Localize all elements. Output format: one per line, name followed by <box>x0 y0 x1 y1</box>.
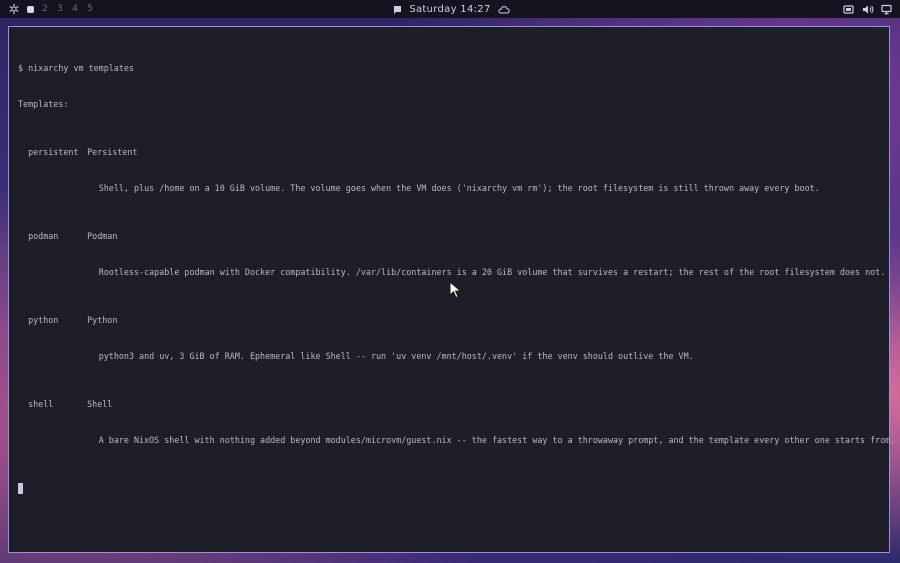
template-id: persistent <box>28 147 79 157</box>
clock[interactable]: Saturday 14:27 <box>409 4 490 15</box>
system-tray <box>843 0 892 18</box>
workspace-4[interactable]: 4 <box>71 4 79 14</box>
template-id: shell <box>28 399 54 409</box>
terminal-output: $ nixarchy vm templates Templates: persi… <box>18 38 896 518</box>
template-name: Persistent <box>87 147 138 157</box>
template-name: Python <box>87 315 118 325</box>
workspace-2[interactable]: 2 <box>41 4 49 14</box>
topbar-center: Saturday 14:27 <box>0 0 900 18</box>
template-description: A bare NixOS shell with nothing added be… <box>98 435 896 445</box>
template-row: python Python <box>18 314 885 326</box>
nix-logo-icon[interactable] <box>8 3 20 15</box>
template-description: Shell, plus /home on a 10 GiB volume. Th… <box>98 183 820 193</box>
template-row: persistent Persistent <box>18 146 885 158</box>
workspace-1-active-icon[interactable] <box>27 5 34 13</box>
mouse-pointer-icon <box>449 281 462 299</box>
notification-icon[interactable] <box>392 4 403 15</box>
template-row: shell Shell <box>18 398 885 410</box>
command-line: $ nixarchy vm templates <box>18 63 134 73</box>
template-row: podman Podman <box>18 230 885 242</box>
template-description: Rootless-capable podman with Docker comp… <box>98 267 886 277</box>
display-icon[interactable] <box>881 4 892 15</box>
template-id: python <box>28 315 59 325</box>
top-bar: 2 3 4 5 Saturday 14:27 <box>0 0 900 18</box>
volume-icon[interactable] <box>862 4 874 15</box>
text-cursor <box>18 483 23 494</box>
template-id: podman <box>28 231 59 241</box>
workspace-3[interactable]: 3 <box>56 4 64 14</box>
templates-header: Templates: <box>18 99 69 109</box>
template-name: Podman <box>87 231 118 241</box>
prompt-line[interactable] <box>18 482 885 494</box>
template-name: Shell <box>87 399 113 409</box>
screen-record-icon[interactable] <box>843 4 854 15</box>
workspace-5[interactable]: 5 <box>86 4 94 14</box>
weather-cloud-icon[interactable] <box>497 4 510 15</box>
workspace-switcher: 2 3 4 5 <box>8 0 94 18</box>
template-description: python3 and uv, 3 GiB of RAM. Ephemeral … <box>98 351 694 361</box>
